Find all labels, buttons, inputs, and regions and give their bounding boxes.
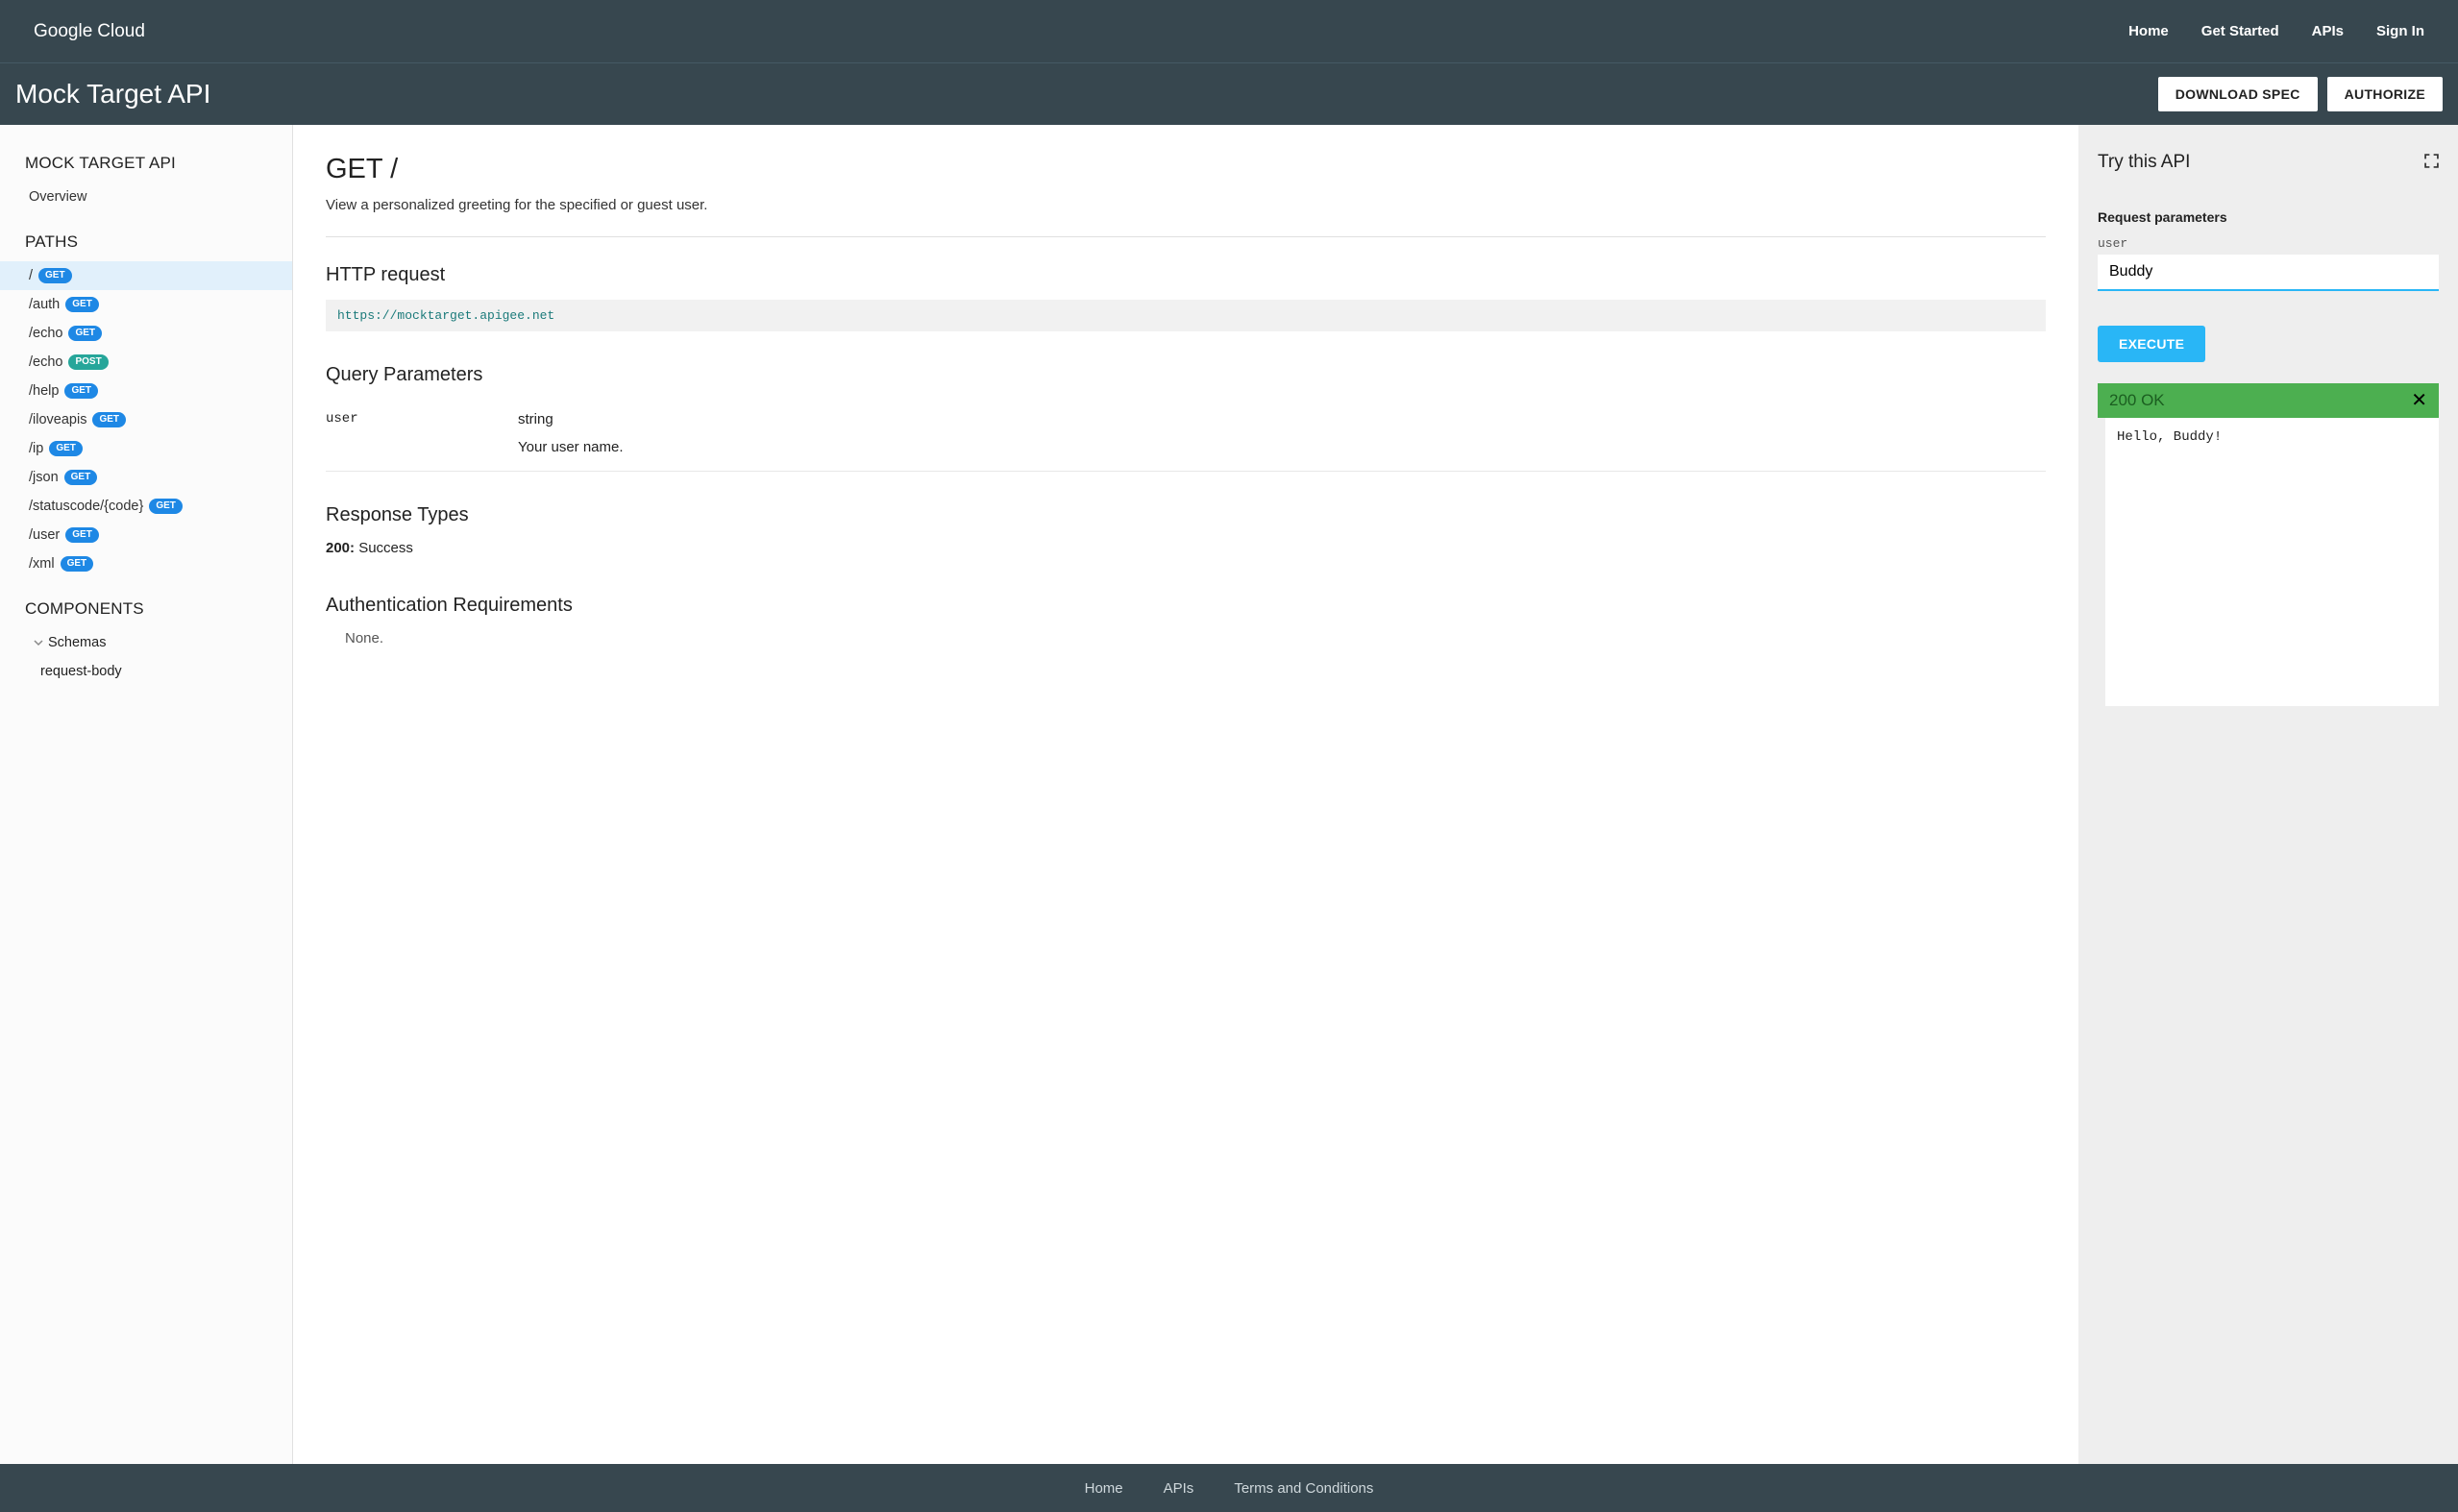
endpoint-title: GET /	[326, 154, 2046, 185]
nav-sign-in[interactable]: Sign In	[2376, 23, 2424, 39]
response-code: 200:	[326, 540, 355, 556]
path-label: /xml	[29, 556, 55, 572]
logo-cloud: Cloud	[97, 21, 145, 42]
chevron-down-icon	[33, 638, 44, 647]
response-type-200: 200: Success	[326, 540, 2046, 556]
sidebar-path-item[interactable]: /echo GET	[0, 319, 292, 348]
response-body: Hello, Buddy!	[2098, 418, 2439, 706]
sidebar-path-item[interactable]: /iloveapis GET	[0, 405, 292, 434]
path-label: /user	[29, 527, 60, 543]
footer-home[interactable]: Home	[1085, 1480, 1123, 1497]
method-badge: GET	[64, 383, 98, 399]
path-label: /help	[29, 383, 59, 399]
method-badge: GET	[65, 527, 99, 543]
path-label: /json	[29, 470, 59, 485]
method-badge: GET	[65, 297, 99, 312]
sidebar-path-item[interactable]: /echo POST	[0, 348, 292, 377]
sidebar-path-item[interactable]: /ip GET	[0, 434, 292, 463]
api-header: Mock Target API DOWNLOAD SPEC AUTHORIZE	[0, 62, 2458, 125]
try-api-panel: Try this API Request parameters user EXE…	[2078, 125, 2458, 1464]
response-status-bar: 200 OK ✕	[2098, 383, 2439, 418]
http-request-heading: HTTP request	[326, 264, 2046, 286]
method-badge: GET	[49, 441, 83, 456]
footer-apis[interactable]: APIs	[1164, 1480, 1194, 1497]
download-spec-button[interactable]: DOWNLOAD SPEC	[2158, 77, 2318, 111]
request-parameters-heading: Request parameters	[2098, 209, 2439, 225]
sidebar-overview[interactable]: Overview	[0, 183, 292, 211]
path-label: /	[29, 268, 33, 283]
sidebar-path-item[interactable]: / GET	[0, 261, 292, 290]
path-label: /statuscode/{code}	[29, 499, 143, 514]
sidebar-path-item[interactable]: /help GET	[0, 377, 292, 405]
param-name: user	[326, 411, 518, 455]
google-cloud-logo: Google Cloud	[34, 21, 145, 42]
path-label: /ip	[29, 441, 43, 456]
response-types-heading: Response Types	[326, 504, 2046, 526]
footer-terms[interactable]: Terms and Conditions	[1234, 1480, 1373, 1497]
method-badge: POST	[68, 354, 108, 370]
try-api-title: Try this API	[2098, 152, 2190, 173]
sidebar-path-item[interactable]: /xml GET	[0, 549, 292, 578]
auth-requirements-heading: Authentication Requirements	[326, 595, 2046, 617]
footer: Home APIs Terms and Conditions	[0, 1464, 2458, 1512]
path-label: /auth	[29, 297, 60, 312]
fullscreen-icon[interactable]	[2424, 154, 2439, 171]
sidebar-path-item[interactable]: /auth GET	[0, 290, 292, 319]
sidebar-api-title: MOCK TARGET API	[0, 144, 292, 183]
nav-home[interactable]: Home	[2128, 23, 2169, 39]
param-user-input[interactable]	[2098, 255, 2439, 291]
doc-panel: GET / View a personalized greeting for t…	[293, 125, 2078, 1464]
sidebar-schemas-label: Schemas	[48, 635, 106, 650]
http-request-url: https://mocktarget.apigee.net	[326, 300, 2046, 331]
method-badge: GET	[64, 470, 98, 485]
sidebar-path-item[interactable]: /statuscode/{code} GET	[0, 492, 292, 521]
method-badge: GET	[61, 556, 94, 572]
query-parameter-row: user string Your user name.	[326, 400, 2046, 472]
method-badge: GET	[68, 326, 102, 341]
logo-google: Google	[34, 21, 92, 42]
path-label: /iloveapis	[29, 412, 86, 427]
sidebar-path-item[interactable]: /json GET	[0, 463, 292, 492]
endpoint-description: View a personalized greeting for the spe…	[326, 197, 2046, 237]
sidebar-components-title: COMPONENTS	[0, 590, 292, 628]
sidebar: MOCK TARGET API Overview PATHS / GET/auth…	[0, 125, 293, 1464]
query-parameters-heading: Query Parameters	[326, 364, 2046, 386]
sidebar-overview-label: Overview	[29, 189, 86, 205]
top-nav-links: Home Get Started APIs Sign In	[2128, 23, 2424, 39]
authorize-button[interactable]: AUTHORIZE	[2327, 77, 2443, 111]
nav-apis[interactable]: APIs	[2312, 23, 2344, 39]
param-user-label: user	[2098, 236, 2439, 251]
sidebar-paths-title: PATHS	[0, 223, 292, 261]
sidebar-schema-request-body[interactable]: request-body	[0, 657, 292, 686]
sidebar-path-item[interactable]: /user GET	[0, 521, 292, 549]
param-description: Your user name.	[518, 439, 2046, 455]
method-badge: GET	[92, 412, 126, 427]
execute-button[interactable]: EXECUTE	[2098, 326, 2205, 362]
param-type: string	[518, 411, 2046, 427]
method-badge: GET	[38, 268, 72, 283]
path-label: /echo	[29, 354, 62, 370]
auth-value: None.	[326, 630, 2046, 646]
close-icon[interactable]: ✕	[2411, 391, 2427, 410]
method-badge: GET	[149, 499, 183, 514]
nav-get-started[interactable]: Get Started	[2201, 23, 2279, 39]
response-text: Success	[355, 540, 413, 556]
api-title: Mock Target API	[15, 79, 210, 110]
response-status-text: 200 OK	[2109, 391, 2165, 410]
sidebar-schemas-toggle[interactable]: Schemas	[0, 628, 292, 657]
path-label: /echo	[29, 326, 62, 341]
top-nav: Google Cloud Home Get Started APIs Sign …	[0, 0, 2458, 62]
